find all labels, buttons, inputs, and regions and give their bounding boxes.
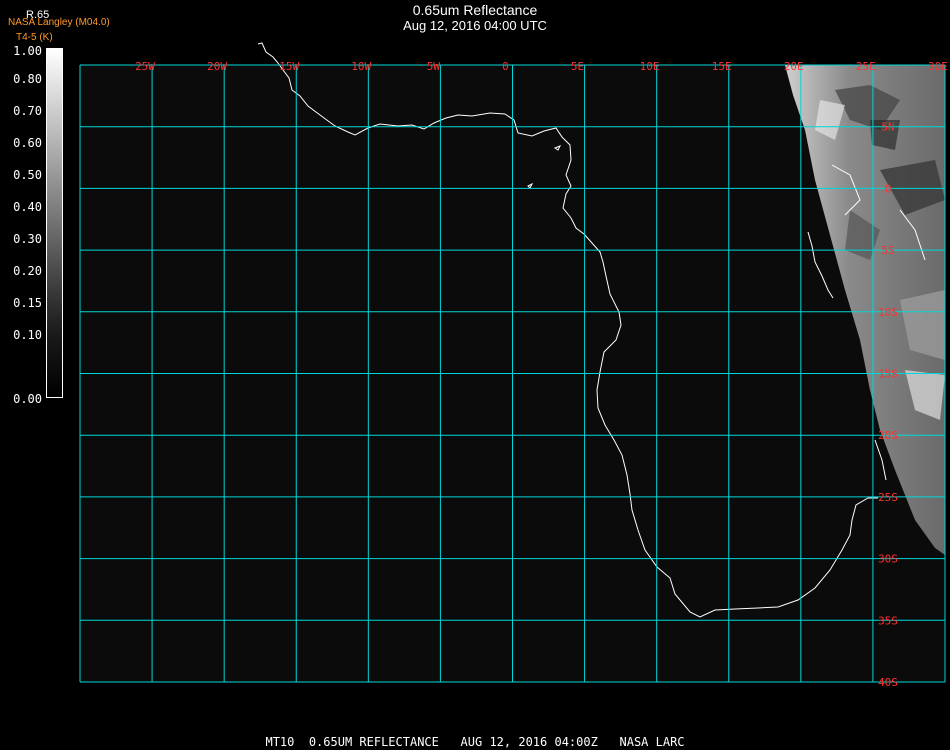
- latitude-label: 25S: [878, 491, 898, 504]
- map-canvas: 25W20W15W10W5W05E10E15E20E25E30E35E 5N05…: [79, 42, 948, 689]
- latitude-label: 20S: [878, 429, 898, 442]
- longitude-label: 15E: [712, 60, 732, 73]
- latitude-label: 5N: [881, 121, 894, 134]
- longitude-label: 30E: [928, 60, 948, 73]
- longitude-label: 10W: [351, 60, 371, 73]
- latitude-label: 35S: [878, 614, 898, 627]
- longitude-label: 0: [502, 60, 509, 73]
- latitude-label: 30S: [878, 553, 898, 566]
- longitude-label: 20E: [784, 60, 804, 73]
- longitude-label: 25E: [856, 60, 876, 73]
- longitude-label: 5W: [427, 60, 441, 73]
- longitude-label: 15W: [279, 60, 299, 73]
- latitude-label: 10S: [878, 306, 898, 319]
- longitude-label: 5E: [571, 60, 584, 73]
- latitude-label: 40S: [878, 676, 898, 689]
- latitude-label: 0: [885, 182, 892, 195]
- footer-caption: MT10 0.65UM REFLECTANCE AUG 12, 2016 04:…: [265, 735, 685, 749]
- longitude-label: 20W: [207, 60, 227, 73]
- latitude-label: 5S: [881, 244, 894, 257]
- longitude-label: 25W: [135, 60, 155, 73]
- latitude-label: 15S: [878, 368, 898, 381]
- longitude-label: 10E: [640, 60, 660, 73]
